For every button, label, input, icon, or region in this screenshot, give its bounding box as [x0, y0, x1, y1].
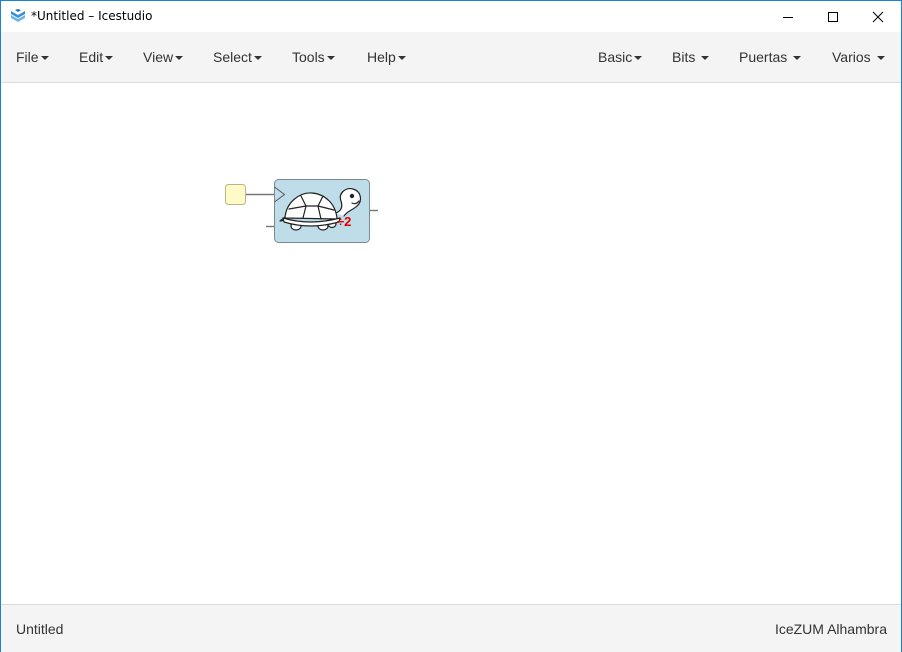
menu-view-label: View	[143, 49, 174, 65]
menu-bits-label: Bits	[672, 49, 696, 65]
menu-bits[interactable]: Bits	[672, 32, 710, 82]
menu-help[interactable]: Help	[367, 32, 406, 82]
menu-basic[interactable]: Basic	[598, 32, 643, 82]
prescaler-block[interactable]	[274, 179, 370, 243]
caret-down-icon	[326, 56, 335, 61]
menu-basic-label: Basic	[598, 49, 633, 65]
caret-down-icon	[634, 56, 643, 61]
window-title: *Untitled – Icestudio	[31, 9, 153, 23]
close-button[interactable]	[855, 1, 901, 32]
caret-down-icon	[105, 56, 114, 61]
minimize-icon	[783, 16, 793, 18]
status-bar: Untitled IceZUM Alhambra	[1, 604, 901, 652]
design-canvas[interactable]: ÷2	[1, 83, 901, 604]
menu-file-label: File	[16, 49, 39, 65]
prescaler-badge: ÷2	[337, 214, 352, 229]
menu-edit[interactable]: Edit	[79, 32, 114, 82]
project-name: Untitled	[16, 621, 64, 637]
app-window: *Untitled – Icestudio File Edit View Sel…	[0, 0, 902, 652]
close-icon	[872, 11, 884, 22]
menu-file[interactable]: File	[16, 32, 49, 82]
menu-varios-label: Varios	[832, 49, 871, 65]
circuit-diagram	[225, 179, 378, 243]
caret-down-icon	[397, 56, 406, 61]
menu-tools[interactable]: Tools	[292, 32, 335, 82]
board-name[interactable]: IceZUM Alhambra	[775, 621, 887, 637]
caret-down-icon	[253, 56, 262, 61]
menu-puertas[interactable]: Puertas	[739, 32, 802, 82]
menu-tools-label: Tools	[292, 49, 325, 65]
minimize-button[interactable]	[765, 1, 811, 32]
caret-down-icon	[40, 56, 49, 61]
input-port-block[interactable]	[225, 184, 246, 205]
maximize-button[interactable]	[810, 1, 856, 32]
menu-select[interactable]: Select	[213, 32, 262, 82]
menu-view[interactable]: View	[143, 32, 184, 82]
caret-down-icon	[876, 56, 885, 61]
caret-down-icon	[701, 56, 710, 61]
icestudio-logo-icon	[11, 9, 25, 22]
caret-down-icon	[175, 56, 184, 61]
maximize-icon	[828, 11, 838, 22]
menu-varios[interactable]: Varios	[832, 32, 885, 82]
menu-bar: File Edit View Select Tools Help Basic B…	[1, 32, 901, 83]
menu-edit-label: Edit	[79, 49, 104, 65]
menu-select-label: Select	[213, 49, 252, 65]
caret-down-icon	[793, 56, 802, 61]
menu-puertas-label: Puertas	[739, 49, 788, 65]
menu-help-label: Help	[367, 49, 396, 65]
title-bar[interactable]: *Untitled – Icestudio	[1, 1, 901, 32]
